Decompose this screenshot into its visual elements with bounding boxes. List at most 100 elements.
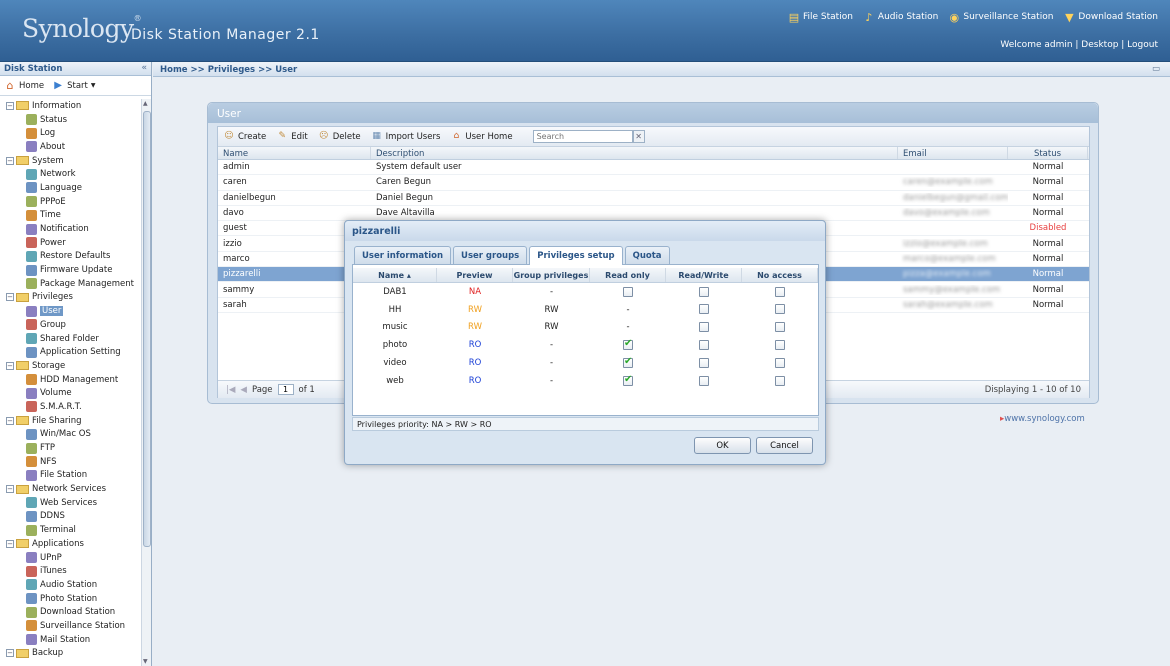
tree-item-photo-station[interactable]: Photo Station [0, 592, 140, 606]
read-write-checkbox[interactable] [699, 340, 709, 351]
read-only-checkbox[interactable] [623, 374, 633, 386]
tree-group-file-sharing[interactable]: − File Sharing [0, 414, 140, 428]
tree-item-s-m-a-r-t[interactable]: S.M.A.R.T. [0, 400, 140, 414]
cell-read-write[interactable] [666, 322, 742, 333]
tree-item-surveillance-station[interactable]: Surveillance Station [0, 619, 140, 633]
tree-item-mail-station[interactable]: Mail Station [0, 633, 140, 647]
tree-item-win-mac-os[interactable]: Win/Mac OS [0, 428, 140, 442]
tree-item-application-setting[interactable]: Application Setting [0, 345, 140, 359]
prev-page-icon[interactable]: ◀ [240, 385, 247, 395]
no-access-checkbox[interactable] [775, 286, 785, 297]
tree-item-web-services[interactable]: Web Services [0, 496, 140, 510]
read-write-checkbox[interactable] [699, 375, 709, 386]
read-write-checkbox[interactable] [699, 286, 709, 297]
no-access-checkbox[interactable] [775, 304, 785, 315]
tree-item-file-station[interactable]: File Station [0, 469, 140, 483]
first-page-icon[interactable]: |◀ [226, 385, 235, 395]
read-only-checkbox[interactable] [623, 356, 633, 368]
page-number-input[interactable] [277, 384, 294, 395]
tab-user-groups[interactable]: User groups [453, 246, 528, 264]
welcome-links[interactable]: Welcome admin | Desktop | Logout [1000, 40, 1158, 50]
cell-read-write[interactable] [666, 286, 742, 298]
cell-no-access[interactable] [742, 357, 818, 369]
table-row[interactable]: admin System default user Normal [218, 160, 1089, 176]
import-users-button[interactable]: ▦ Import Users [371, 131, 440, 143]
tree-group-information[interactable]: − Information [0, 99, 140, 113]
tree-item-upnp[interactable]: UPnP [0, 551, 140, 565]
scrollbar-thumb[interactable] [143, 111, 151, 547]
audio-station-link[interactable]: ♪ Audio Station [863, 11, 938, 23]
tree-item-time[interactable]: Time [0, 209, 140, 223]
home-button[interactable]: ⌂ Home [4, 80, 45, 92]
cell-read-write[interactable] [666, 357, 742, 369]
cell-read-only[interactable] [590, 338, 666, 351]
tree-item-notification[interactable]: Notification [0, 222, 140, 236]
table-row[interactable]: danielbegun Daniel Begun danielbegun@gmail… [218, 191, 1089, 206]
tree-item-audio-station[interactable]: Audio Station [0, 578, 140, 592]
scroll-up-icon[interactable]: ▲ [143, 100, 148, 107]
edit-user-button[interactable]: ✎ Edit [276, 131, 307, 143]
tree-item-package-management[interactable]: Package Management [0, 277, 140, 291]
delete-user-button[interactable]: ☹ Delete [318, 131, 361, 143]
download-station-link[interactable]: ▼ Download Station [1063, 11, 1158, 23]
read-write-checkbox[interactable] [699, 304, 709, 315]
table-row[interactable]: caren Caren Begun caren@example.com Normal [218, 175, 1089, 191]
tree-group-applications[interactable]: − Applications [0, 537, 140, 551]
tree-item-network[interactable]: Network [0, 167, 140, 181]
cell-read-write[interactable] [666, 340, 742, 351]
tree-item-pppoe[interactable]: PPPoE [0, 195, 140, 209]
start-button[interactable]: ▶ Start ▼ [52, 80, 95, 92]
cell-read-only[interactable] [590, 356, 666, 369]
tree-item-terminal[interactable]: Terminal [0, 523, 140, 537]
no-access-checkbox[interactable] [775, 322, 785, 333]
tree-toggle-icon[interactable]: − [6, 485, 14, 494]
tree-group-privileges[interactable]: − Privileges [0, 291, 140, 305]
user-home-button[interactable]: ⌂ User Home [450, 131, 513, 143]
tree-item-ddns[interactable]: DDNS [0, 510, 140, 524]
cell-no-access[interactable] [742, 304, 818, 315]
tree-group-system[interactable]: − System [0, 154, 140, 168]
synology-website-link[interactable]: ▸www.synology.com [1000, 414, 1085, 424]
tree-scrollbar[interactable]: ▲ ▼ [141, 99, 151, 666]
tree-group-network-services[interactable]: − Network Services [0, 482, 140, 496]
tree-item-shared-folder[interactable]: Shared Folder [0, 332, 140, 346]
tree-item-power[interactable]: Power [0, 236, 140, 250]
cancel-button[interactable]: Cancel [756, 437, 813, 454]
tree-item-status[interactable]: Status [0, 113, 140, 127]
tree-item-restore-defaults[interactable]: Restore Defaults [0, 250, 140, 264]
tab-privileges-setup[interactable]: Privileges setup [529, 246, 623, 265]
tab-quota[interactable]: Quota [624, 246, 670, 264]
read-only-checkbox[interactable] [623, 286, 633, 297]
tree-group-backup[interactable]: − Backup [0, 647, 140, 661]
tree-toggle-icon[interactable]: − [6, 101, 14, 110]
column-header-share-name[interactable]: Name ▴ [353, 268, 437, 282]
no-access-checkbox[interactable] [775, 357, 785, 368]
clear-search-icon[interactable]: ✕ [632, 130, 645, 143]
tree-item-nfs[interactable]: NFS [0, 455, 140, 469]
column-header-name[interactable]: Name [218, 147, 371, 159]
tree-item-user[interactable]: User [0, 304, 140, 318]
tree-item-log[interactable]: Log [0, 126, 140, 140]
tree-item-language[interactable]: Language [0, 181, 140, 195]
no-access-checkbox[interactable] [775, 340, 785, 351]
tree-toggle-icon[interactable]: − [6, 361, 14, 370]
tree-item-hdd-management[interactable]: HDD Management [0, 373, 140, 387]
tree-toggle-icon[interactable]: − [6, 416, 14, 425]
read-write-checkbox[interactable] [699, 357, 709, 368]
tree-toggle-icon[interactable]: − [6, 293, 14, 302]
user-search-input[interactable] [532, 130, 633, 143]
tree-item-itunes[interactable]: iTunes [0, 564, 140, 578]
column-header-email[interactable]: Email [898, 147, 1008, 159]
tree-item-volume[interactable]: Volume [0, 386, 140, 400]
column-header-status[interactable]: Status [1008, 147, 1088, 159]
no-access-checkbox[interactable] [775, 375, 785, 386]
read-only-checkbox[interactable] [623, 338, 633, 351]
ok-button[interactable]: OK [694, 437, 751, 454]
help-icon[interactable]: ▭ [1152, 64, 1160, 74]
tree-group-storage[interactable]: − Storage [0, 359, 140, 373]
cell-no-access[interactable] [742, 375, 818, 387]
tree-toggle-icon[interactable]: − [6, 539, 14, 548]
tree-item-download-station[interactable]: Download Station [0, 605, 140, 619]
cell-no-access[interactable] [742, 340, 818, 351]
surveillance-station-link[interactable]: ◉ Surveillance Station [948, 11, 1054, 23]
